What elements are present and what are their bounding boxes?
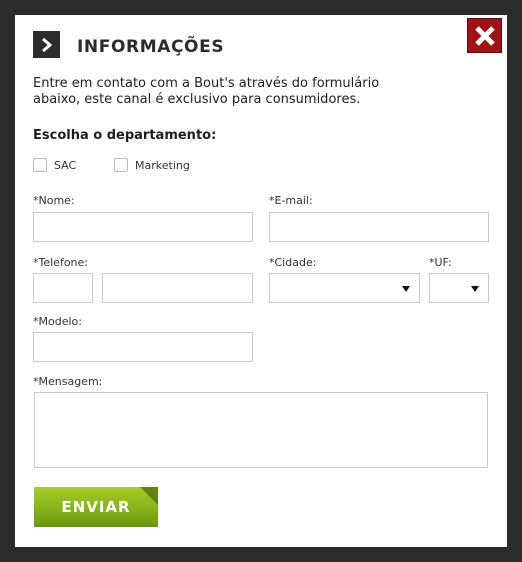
button-corner-fold	[140, 487, 158, 505]
chevron-right-icon	[41, 37, 52, 52]
close-button[interactable]	[467, 18, 502, 53]
close-icon	[474, 25, 495, 46]
email-input[interactable]	[269, 212, 489, 242]
email-label: *E-mail:	[269, 194, 313, 207]
uf-select[interactable]	[429, 273, 489, 303]
intro-text: Entre em contato com a Bout's através do…	[33, 76, 453, 108]
message-label: *Mensagem:	[33, 375, 103, 388]
intro-line-2: abaixo, este canal é exclusivo para cons…	[33, 92, 361, 107]
model-input[interactable]	[33, 332, 253, 362]
phone-label: *Telefone:	[33, 256, 88, 269]
name-input[interactable]	[33, 212, 253, 242]
model-label: *Modelo:	[33, 315, 82, 328]
phone-ddd-input[interactable]	[33, 273, 93, 303]
checkbox-sac[interactable]	[33, 158, 47, 172]
modal-title: INFORMAÇÕES	[77, 37, 225, 57]
section-marker	[33, 31, 60, 58]
dropdown-arrow-icon	[471, 286, 479, 292]
checkbox-sac-label[interactable]: SAC	[54, 159, 76, 172]
send-button-label: ENVIAR	[61, 498, 131, 516]
intro-line-1: Entre em contato com a Bout's através do…	[33, 76, 380, 91]
phone-number-input[interactable]	[102, 273, 253, 303]
message-textarea[interactable]	[34, 392, 488, 468]
send-button[interactable]: ENVIAR	[34, 487, 158, 527]
city-select[interactable]	[269, 273, 420, 303]
uf-label: *UF:	[429, 256, 452, 269]
checkbox-marketing[interactable]	[114, 158, 128, 172]
name-label: *Nome:	[33, 194, 75, 207]
department-heading: Escolha o departamento:	[33, 128, 217, 143]
dropdown-arrow-icon	[402, 286, 410, 292]
checkbox-marketing-label[interactable]: Marketing	[135, 159, 190, 172]
city-label: *Cidade:	[269, 256, 317, 269]
